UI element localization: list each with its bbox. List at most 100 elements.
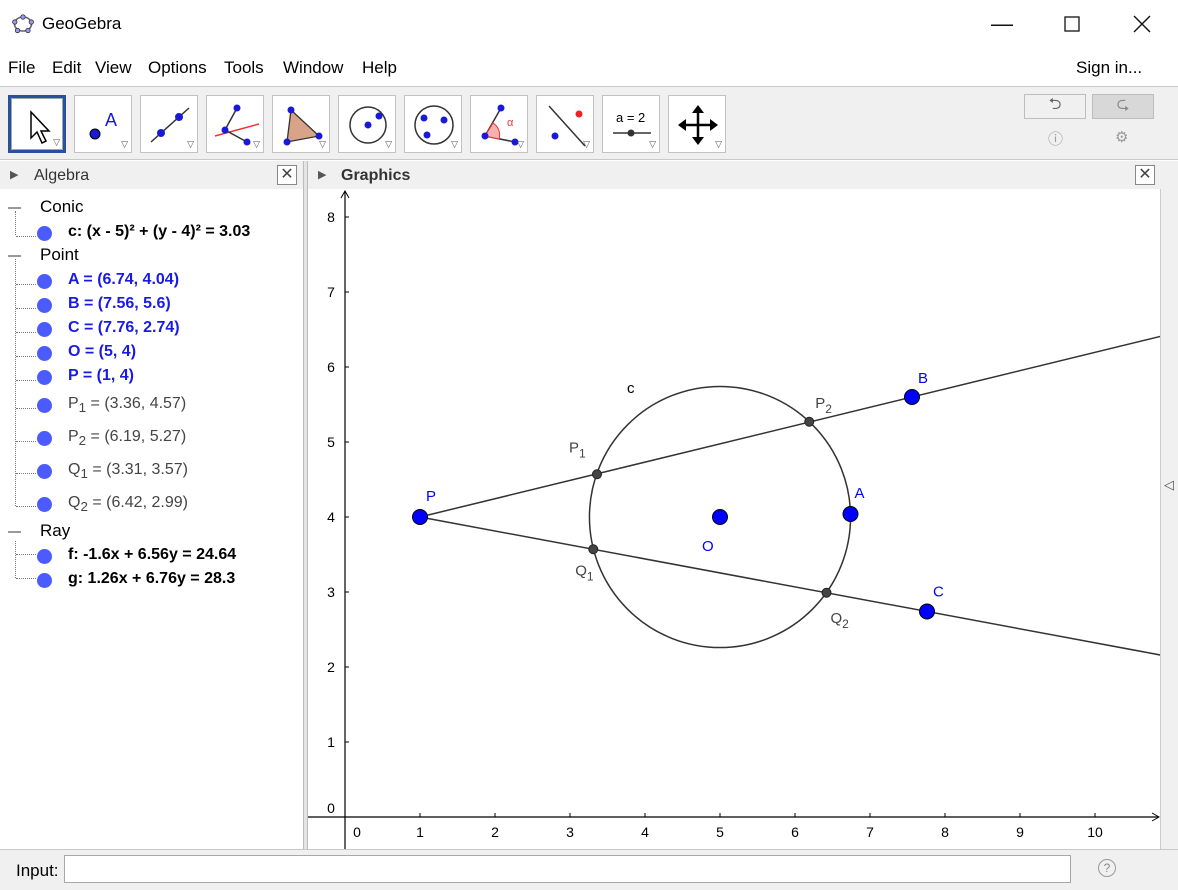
maximize-button[interactable] <box>1043 0 1101 48</box>
help-icon[interactable]: ? <box>1098 859 1116 877</box>
item-text: g: 1.26x + 6.76y = 28.3 <box>68 570 236 587</box>
circle-c-label: c <box>627 380 635 397</box>
visibility-toggle[interactable] <box>37 573 52 588</box>
y-tick-label: 4 <box>327 509 335 525</box>
x-tick-label: 3 <box>566 824 574 840</box>
x-tick-label: 8 <box>941 824 949 840</box>
minimize-button[interactable]: — <box>973 0 1031 48</box>
point-label: Q2 <box>831 610 850 631</box>
window-title: GeoGebra <box>42 14 122 33</box>
visibility-toggle[interactable] <box>37 322 52 337</box>
item-text: O = (5, 4) <box>68 343 137 360</box>
gear-icon: ⚙ <box>1115 129 1129 146</box>
visibility-toggle[interactable] <box>37 346 52 361</box>
point-P <box>412 509 428 525</box>
visibility-toggle[interactable] <box>37 464 52 479</box>
point-C <box>919 603 935 620</box>
sign-in-link[interactable]: Sign in... <box>1076 58 1142 78</box>
undo-button[interactable]: ⮌ <box>1024 94 1086 119</box>
circle-center-point-tool-button[interactable]: ▽ <box>338 95 396 153</box>
visibility-toggle[interactable] <box>37 298 52 313</box>
close-algebra-button[interactable]: ✕ <box>277 165 297 185</box>
input-field[interactable] <box>64 855 1071 883</box>
point-label: P <box>426 488 436 505</box>
ray-g <box>419 516 1160 656</box>
visibility-toggle[interactable] <box>37 398 52 413</box>
group-point-label: Point <box>40 245 79 264</box>
visibility-toggle[interactable] <box>37 226 52 241</box>
intersection-point <box>592 469 602 480</box>
visibility-toggle[interactable] <box>37 370 52 385</box>
x-tick-label: 10 <box>1087 824 1103 840</box>
move-graphics-view-tool-button[interactable]: ▽ <box>668 95 726 153</box>
collapse-arrow-icon[interactable]: ▶ <box>10 168 18 181</box>
group-ray[interactable]: Ray <box>0 521 303 543</box>
y-tick-label: 8 <box>327 209 335 225</box>
menu-options[interactable]: Options <box>148 58 207 78</box>
minimize-icon: — <box>991 11 1013 36</box>
menu-bar: File Edit View Options Tools Window Help… <box>0 52 1178 84</box>
group-conic[interactable]: Conic <box>0 197 303 219</box>
polygon-tool-button[interactable]: ▽ <box>272 95 330 153</box>
visibility-toggle[interactable] <box>37 431 52 446</box>
close-button[interactable] <box>1113 0 1171 48</box>
move-tool-button[interactable]: ▽ <box>8 95 66 153</box>
menu-file[interactable]: File <box>8 58 35 78</box>
x-tick-label: 5 <box>716 824 724 840</box>
title-bar: GeoGebra — <box>0 0 1178 48</box>
menu-window[interactable]: Window <box>283 58 343 78</box>
algebra-title: Algebra <box>34 167 90 184</box>
point-tool-button[interactable]: A ▽ <box>74 95 132 153</box>
point-O <box>712 509 728 525</box>
group-conic-label: Conic <box>40 197 84 216</box>
visibility-toggle[interactable] <box>37 497 52 512</box>
menu-help[interactable]: Help <box>362 58 397 78</box>
x-tick-label: 2 <box>491 824 499 840</box>
x-tick-label: 1 <box>416 824 424 840</box>
expand-left-icon[interactable]: ◁ <box>1164 477 1174 493</box>
menu-view[interactable]: View <box>95 58 132 78</box>
graphics-canvas[interactable]: 0 1 2 3 4 5 6 7 8 9 10 0 1 2 3 4 5 6 7 8 c P1 P2 Q1 Q2 A B C O P <box>308 189 1160 849</box>
move-tool-icon <box>30 110 51 145</box>
sidebar-toggle[interactable]: ◁ <box>1160 189 1178 849</box>
reflect-tool-button[interactable]: ▽ <box>536 95 594 153</box>
x-tick-label: 6 <box>791 824 799 840</box>
angle-tool-button[interactable]: α ▽ <box>470 95 528 153</box>
menu-tools[interactable]: Tools <box>224 58 264 78</box>
slider-tool-button[interactable]: a = 2 ▽ <box>602 95 660 153</box>
item-text: C = (7.76, 2.74) <box>68 319 180 336</box>
point-label: P1 <box>569 439 586 460</box>
intersection-point <box>588 544 599 555</box>
close-graphics-button[interactable]: ✕ <box>1135 165 1155 185</box>
intersection-point <box>821 587 832 598</box>
circle-three-points-tool-button[interactable]: ▽ <box>404 95 462 153</box>
geogebra-logo-icon <box>12 14 34 34</box>
menu-edit[interactable]: Edit <box>52 58 81 78</box>
group-point[interactable]: Point <box>0 245 303 267</box>
y-tick-label: 7 <box>327 284 335 300</box>
point-A <box>842 506 859 522</box>
undo-icon: ⮌ <box>1048 96 1062 113</box>
redo-button[interactable]: ⮎ <box>1092 94 1154 119</box>
y-tick-label: 5 <box>327 434 335 450</box>
visibility-toggle[interactable] <box>37 274 52 289</box>
point-label: P2 <box>815 395 832 416</box>
collapse-arrow-icon[interactable]: ▶ <box>318 168 326 181</box>
item-text: Q1 = (3.31, 3.57) <box>68 461 188 482</box>
point-label: Q1 <box>575 562 594 583</box>
x-tick-label: 0 <box>353 824 361 840</box>
algebra-view: Conic c: (x - 5)² + (y - 4)² = 3.03 Poin… <box>0 189 303 849</box>
toolbar-settings-button[interactable]: ⚙ <box>1115 128 1128 146</box>
point-label: A <box>855 485 865 502</box>
x-tick-label: 4 <box>641 824 649 840</box>
item-text: P1 = (3.36, 4.57) <box>68 395 187 416</box>
y-tick-label: 3 <box>327 584 335 600</box>
perpendicular-line-tool-button[interactable]: ▽ <box>206 95 264 153</box>
y-tick-label: 1 <box>327 734 335 750</box>
y-tick-label: 2 <box>327 659 335 675</box>
graphics-view[interactable]: 0 1 2 3 4 5 6 7 8 9 10 0 1 2 3 4 5 6 7 8 c P1 P2 Q1 Q2 A B C O P <box>308 189 1160 849</box>
toolbar-help-button[interactable]: ⓘ <box>1048 128 1063 149</box>
line-tool-button[interactable]: ▽ <box>140 95 198 153</box>
visibility-toggle[interactable] <box>37 549 52 564</box>
item-text: B = (7.56, 5.6) <box>68 295 171 312</box>
